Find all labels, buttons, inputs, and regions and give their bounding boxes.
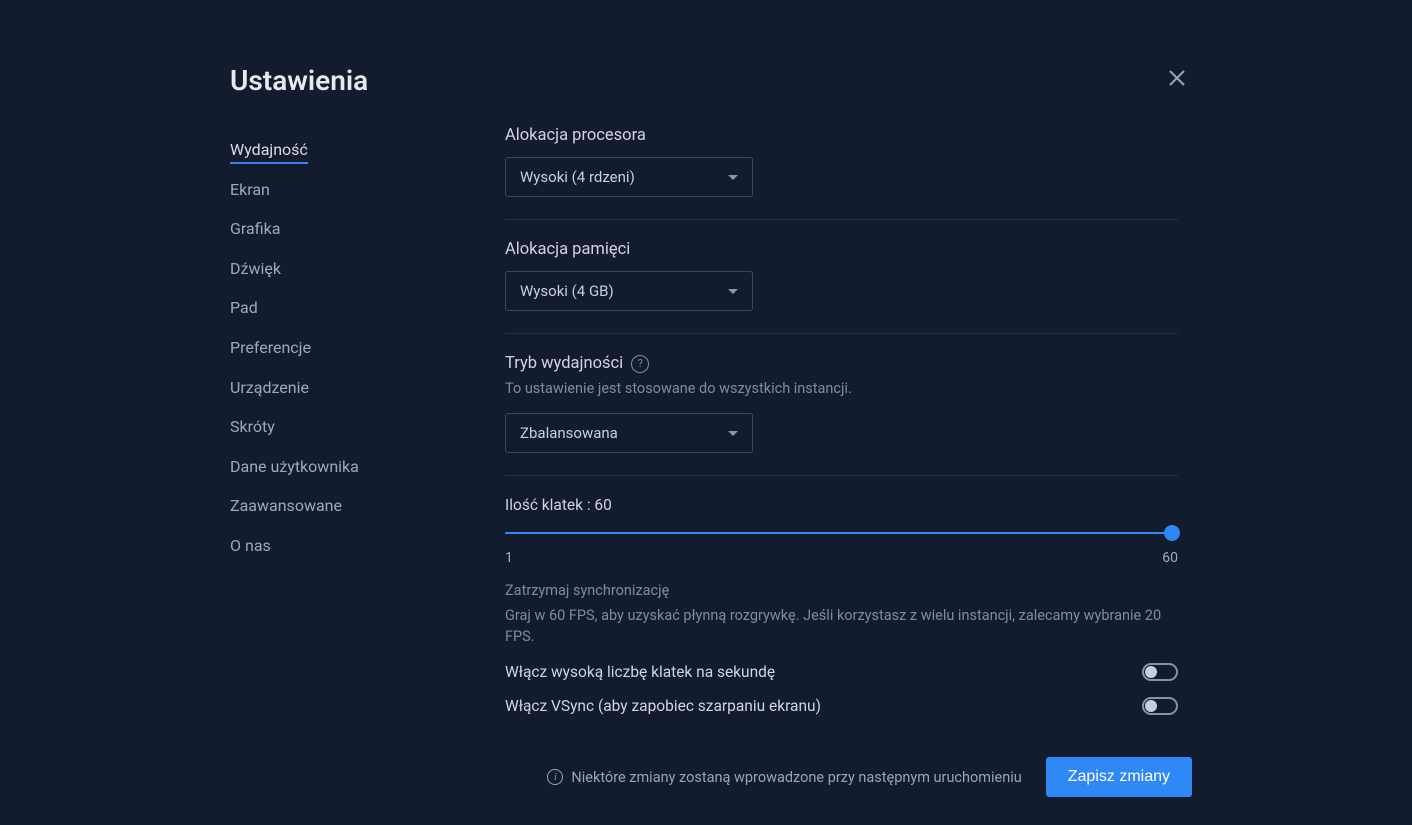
perfmode-select-value: Zbalansowana bbox=[520, 424, 618, 442]
sidebar-item-preferences[interactable]: Preferencje bbox=[230, 328, 505, 368]
cpu-select-value: Wysoki (4 rdzeni) bbox=[520, 168, 635, 186]
save-button[interactable]: Zapisz zmiany bbox=[1046, 757, 1192, 797]
setting-perfmode: Tryb wydajności ? To ustawienie jest sto… bbox=[505, 354, 1178, 476]
ram-select-value: Wysoki (4 GB) bbox=[520, 282, 614, 300]
close-button[interactable] bbox=[1162, 63, 1192, 98]
sidebar: Wydajność Ekran Grafika Dźwięk Pad Prefe… bbox=[230, 126, 505, 825]
setting-fps: Ilość klatek : 60 1 60 Zatrzymaj synchro… bbox=[505, 496, 1178, 733]
sidebar-item-display[interactable]: Ekran bbox=[230, 170, 505, 210]
slider-thumb[interactable] bbox=[1164, 525, 1180, 541]
sidebar-item-device[interactable]: Urządzenie bbox=[230, 368, 505, 408]
toggle-vsync[interactable] bbox=[1142, 697, 1178, 715]
fps-max: 60 bbox=[1162, 550, 1178, 566]
ram-select[interactable]: Wysoki (4 GB) bbox=[505, 271, 753, 311]
page-title: Ustawienia bbox=[230, 64, 368, 97]
settings-scroll[interactable]: Alokacja procesora Wysoki (4 rdzeni) Alo… bbox=[505, 126, 1192, 733]
setting-ram: Alokacja pamięci Wysoki (4 GB) bbox=[505, 240, 1178, 334]
sidebar-item-shortcuts[interactable]: Skróty bbox=[230, 407, 505, 447]
setting-perfmode-title: Tryb wydajności ? bbox=[505, 354, 1178, 373]
sidebar-item-sound[interactable]: Dźwięk bbox=[230, 249, 505, 289]
setting-perfmode-desc: To ustawienie jest stosowane do wszystki… bbox=[505, 379, 1178, 399]
sidebar-item-performance[interactable]: Wydajność bbox=[230, 130, 505, 170]
chevron-down-icon bbox=[728, 175, 738, 180]
settings-content: Alokacja procesora Wysoki (4 rdzeni) Alo… bbox=[505, 126, 1192, 825]
modal-header: Ustawienia bbox=[230, 63, 1192, 98]
fps-label: Ilość klatek : 60 bbox=[505, 496, 1178, 514]
fps-slider[interactable] bbox=[505, 524, 1178, 542]
info-icon: i bbox=[547, 769, 563, 785]
fps-sub-caption: Zatrzymaj synchronizację bbox=[505, 582, 1178, 599]
settings-modal: Ustawienia Wydajność Ekran Grafika Dźwię… bbox=[0, 38, 1412, 825]
setting-cpu: Alokacja procesora Wysoki (4 rdzeni) bbox=[505, 126, 1178, 220]
modal-body: Wydajność Ekran Grafika Dźwięk Pad Prefe… bbox=[230, 126, 1192, 825]
fps-sub-desc: Graj w 60 FPS, aby uzyskać płynną rozgry… bbox=[505, 605, 1178, 647]
fps-min: 1 bbox=[505, 550, 513, 566]
perfmode-select[interactable]: Zbalansowana bbox=[505, 413, 753, 453]
chevron-down-icon bbox=[728, 289, 738, 294]
sidebar-item-userdata[interactable]: Dane użytkownika bbox=[230, 447, 505, 487]
setting-cpu-title: Alokacja procesora bbox=[505, 126, 1178, 145]
help-icon[interactable]: ? bbox=[631, 355, 649, 373]
setting-ram-title: Alokacja pamięci bbox=[505, 240, 1178, 259]
toggle-high-fps[interactable] bbox=[1142, 663, 1178, 681]
sidebar-item-advanced[interactable]: Zaawansowane bbox=[230, 486, 505, 526]
chevron-down-icon bbox=[728, 431, 738, 436]
toggle-vsync-label: Włącz VSync (aby zapobiec szarpaniu ekra… bbox=[505, 697, 821, 715]
sidebar-item-gamepad[interactable]: Pad bbox=[230, 288, 505, 328]
footer-note: i Niektóre zmiany zostaną wprowadzone pr… bbox=[547, 769, 1021, 786]
toggle-vsync-row: Włącz VSync (aby zapobiec szarpaniu ekra… bbox=[505, 697, 1178, 715]
toggle-high-fps-row: Włącz wysoką liczbę klatek na sekundę bbox=[505, 663, 1178, 681]
sidebar-item-about[interactable]: O nas bbox=[230, 526, 505, 566]
sidebar-item-graphics[interactable]: Grafika bbox=[230, 209, 505, 249]
modal-footer: i Niektóre zmiany zostaną wprowadzone pr… bbox=[505, 733, 1192, 825]
close-icon bbox=[1168, 69, 1186, 87]
cpu-select[interactable]: Wysoki (4 rdzeni) bbox=[505, 157, 753, 197]
toggle-high-fps-label: Włącz wysoką liczbę klatek na sekundę bbox=[505, 663, 775, 681]
